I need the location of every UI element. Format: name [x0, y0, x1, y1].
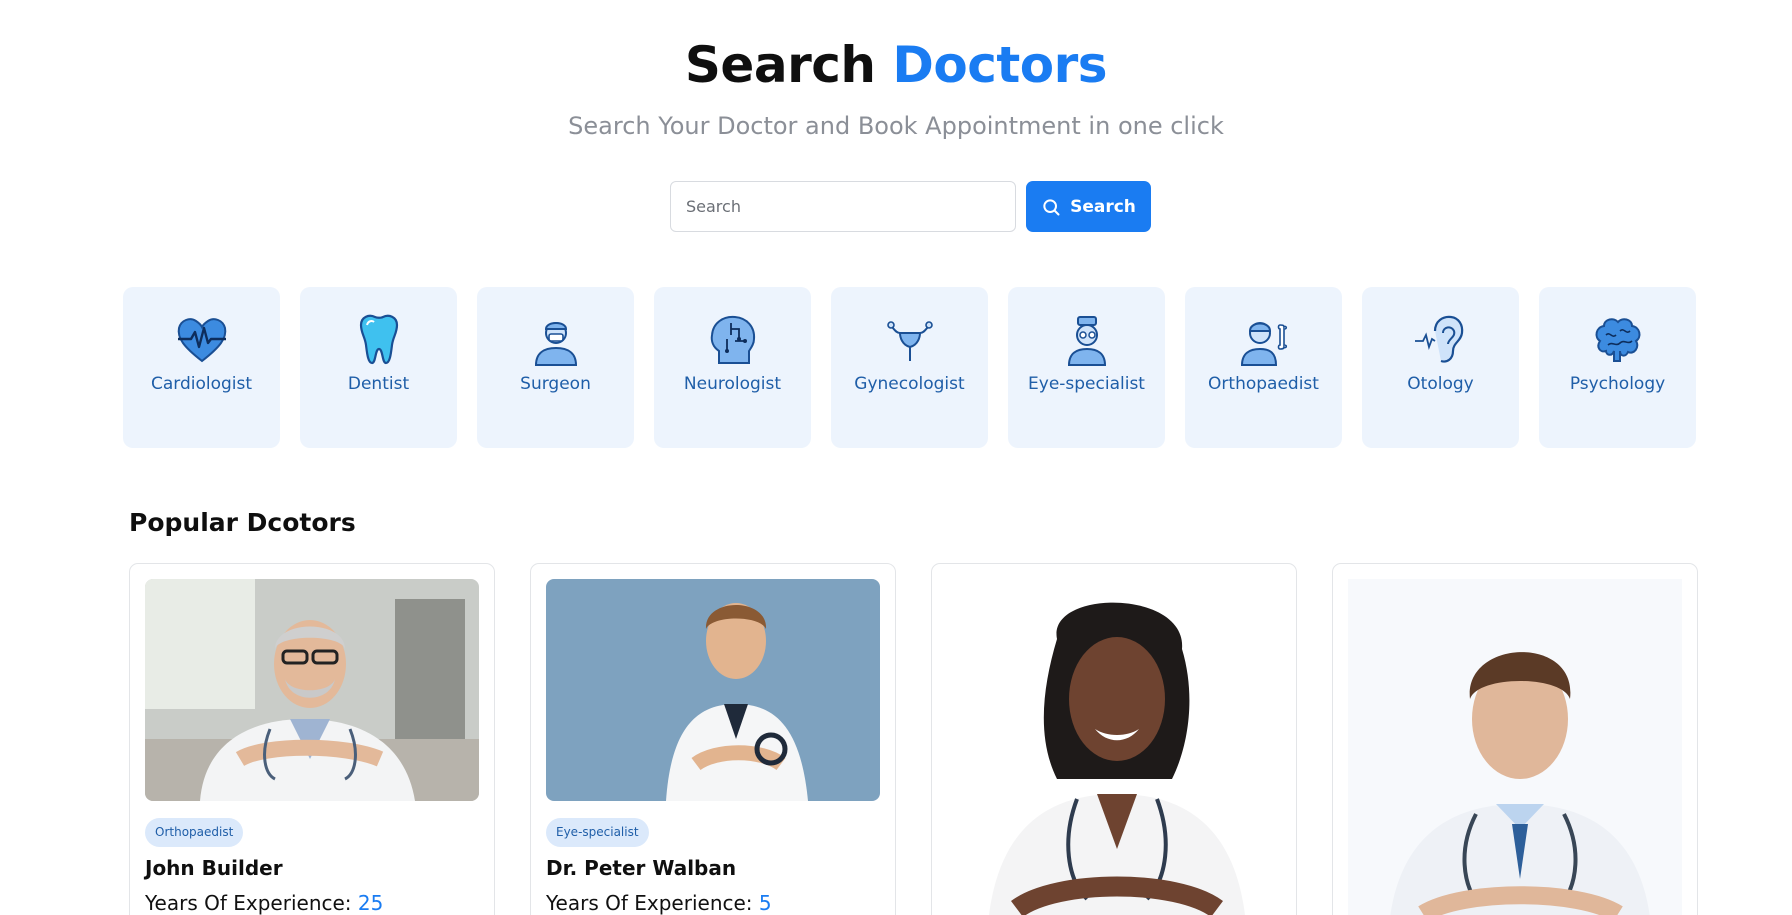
doctor-experience: Years Of Experience: 25 — [145, 891, 383, 915]
experience-label: Years Of Experience: — [546, 891, 753, 915]
page-title-main: Search — [684, 36, 876, 94]
page-title: Search Doctors — [0, 36, 1792, 94]
doctor-name: John Builder — [145, 856, 283, 880]
specialty-label: Psychology — [1569, 374, 1666, 394]
doctor-card[interactable]: Orthopaedist John Builder Years Of Exper… — [129, 563, 495, 915]
specialty-label: Neurologist — [683, 374, 782, 394]
specialty-surgeon[interactable]: Surgeon — [477, 287, 634, 448]
eye-doctor-icon — [1008, 311, 1165, 367]
experience-label: Years Of Experience: — [145, 891, 352, 915]
doctor-card[interactable]: Eye-specialist Dr. Peter Walban Years Of… — [530, 563, 896, 915]
ear-icon — [1362, 311, 1519, 367]
doctor-photo — [145, 579, 479, 801]
page-subtitle: Search Your Doctor and Book Appointment … — [568, 112, 1224, 140]
specialty-label: Eye-specialist — [1028, 374, 1145, 394]
search-input[interactable] — [670, 181, 1016, 232]
specialty-psychology[interactable]: Psychology — [1539, 287, 1696, 448]
specialty-list: Cardiologist Dentist Surgeon Neurologist… — [123, 287, 1699, 448]
specialty-neurologist[interactable]: Neurologist — [654, 287, 811, 448]
doctor-card[interactable] — [931, 563, 1297, 915]
specialty-label: Dentist — [347, 374, 410, 394]
specialty-orthopaedist[interactable]: Orthopaedist — [1185, 287, 1342, 448]
specialty-cardiologist[interactable]: Cardiologist — [123, 287, 280, 448]
brain-icon — [1539, 311, 1696, 367]
specialty-gynecologist[interactable]: Gynecologist — [831, 287, 988, 448]
specialty-label: Cardiologist — [150, 374, 253, 394]
experience-years: 25 — [357, 891, 384, 915]
search-button-label: Search — [1070, 196, 1136, 217]
experience-years: 5 — [758, 891, 772, 915]
section-title-popular-doctors: Popular Dcotors — [129, 508, 356, 537]
doctor-photo — [546, 579, 880, 801]
specialty-label: Otology — [1407, 374, 1474, 394]
doctor-photo — [1348, 579, 1682, 915]
specialty-otology[interactable]: Otology — [1362, 287, 1519, 448]
specialty-eye-specialist[interactable]: Eye-specialist — [1008, 287, 1165, 448]
specialty-label: Orthopaedist — [1208, 374, 1319, 394]
specialty-label: Gynecologist — [854, 374, 965, 394]
brain-head-icon — [654, 311, 811, 367]
specialty-badge: Eye-specialist — [546, 818, 649, 847]
specialty-dentist[interactable]: Dentist — [300, 287, 457, 448]
doctor-name: Dr. Peter Walban — [546, 856, 737, 880]
doctor-experience: Years Of Experience: 5 — [546, 891, 772, 915]
tooth-icon — [300, 311, 457, 367]
specialty-badge: Orthopaedist — [145, 818, 244, 847]
doctor-card[interactable] — [1332, 563, 1698, 915]
search-icon — [1041, 197, 1061, 217]
heart-pulse-icon — [123, 311, 280, 367]
orthopaedist-icon — [1185, 311, 1342, 367]
uterus-icon — [831, 311, 988, 367]
search-bar: Search — [670, 181, 1151, 232]
specialty-label: Surgeon — [520, 374, 591, 394]
search-button[interactable]: Search — [1026, 181, 1151, 232]
doctor-photo — [947, 579, 1281, 915]
page-title-accent: Doctors — [892, 36, 1108, 94]
surgeon-icon — [477, 311, 634, 367]
